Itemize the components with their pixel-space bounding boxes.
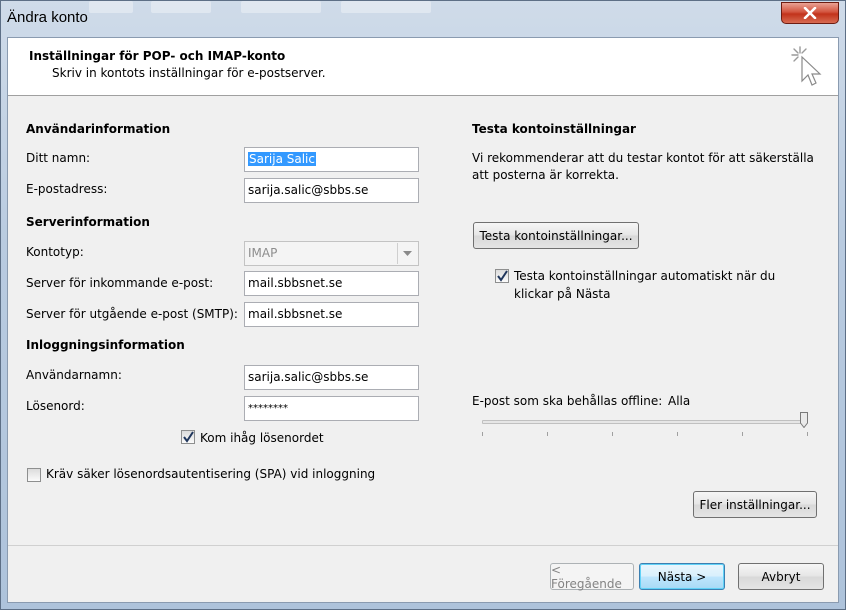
- outgoing-server-input[interactable]: mail.sbbsnet.se: [244, 302, 419, 327]
- password-input[interactable]: ********: [244, 396, 419, 421]
- slider-tick: [482, 432, 483, 436]
- account-type-select: IMAP: [244, 241, 419, 266]
- name-input-value: Sarija Salic: [248, 152, 316, 166]
- username-input[interactable]: sarija.salic@sbbs.se: [244, 365, 419, 390]
- remember-password-label[interactable]: Kom ihåg lösenordet: [200, 431, 324, 445]
- test-description-line1: Vi rekommenderar att du testar kontot fö…: [472, 151, 814, 165]
- background-blur: [341, 1, 431, 13]
- footer-divider: [8, 545, 838, 546]
- close-button[interactable]: [781, 2, 839, 24]
- name-label: Ditt namn:: [26, 151, 91, 165]
- account-type-value: IMAP: [248, 246, 278, 260]
- offline-slider-track[interactable]: [482, 420, 808, 424]
- test-description-line2: att posterna är korrekta.: [472, 168, 619, 182]
- email-label: E-postadress:: [26, 182, 108, 196]
- window-frame: Ändra konto Inställningar för POP- och I…: [0, 0, 846, 610]
- checkmark-icon: [183, 431, 194, 443]
- next-button[interactable]: Nästa >: [639, 563, 725, 590]
- auto-test-checkbox[interactable]: [495, 269, 509, 283]
- password-label: Lösenord:: [26, 399, 85, 413]
- background-blur: [241, 1, 321, 13]
- incoming-server-input[interactable]: mail.sbbsnet.se: [244, 271, 419, 296]
- slider-tick: [677, 432, 678, 436]
- user-info-section-title: Användarinformation: [26, 122, 171, 136]
- window-title: Ändra konto: [7, 9, 88, 26]
- remember-password-checkbox[interactable]: [181, 430, 195, 444]
- test-section-title: Testa kontoinställningar: [472, 122, 636, 136]
- slider-tick: [807, 432, 808, 436]
- header-subtitle: Skriv in kontots inställningar för e-pos…: [52, 66, 326, 80]
- auto-test-label-line1[interactable]: Testa kontoinställningar automatiskt när…: [514, 269, 775, 283]
- name-input[interactable]: Sarija Salic: [244, 147, 419, 172]
- more-settings-button[interactable]: Fler inställningar...: [693, 491, 817, 518]
- username-label: Användarnamn:: [26, 368, 122, 382]
- incoming-server-label: Server för inkommande e-post:: [26, 276, 214, 290]
- dialog-client: Inställningar för POP- och IMAP-konto Sk…: [7, 37, 839, 603]
- spa-label[interactable]: Kräv säker lösenordsautentisering (SPA) …: [46, 467, 375, 481]
- checkmark-icon: [497, 270, 508, 282]
- chevron-down-icon: [403, 250, 412, 256]
- slider-tick: [742, 432, 743, 436]
- email-input[interactable]: sarija.salic@sbbs.se: [244, 178, 419, 203]
- back-button[interactable]: < Föregående: [550, 563, 634, 591]
- account-type-label: Kontotyp:: [26, 245, 84, 259]
- close-icon: [803, 7, 817, 19]
- cancel-button[interactable]: Avbryt: [738, 563, 824, 590]
- cursor-sparkle-icon: [791, 46, 822, 86]
- offline-slider-thumb[interactable]: [800, 412, 808, 428]
- title-bar[interactable]: Ändra konto: [1, 1, 845, 37]
- dropdown-arrow: [397, 243, 417, 264]
- header-title: Inställningar för POP- och IMAP-konto: [29, 49, 286, 63]
- background-blur: [89, 1, 133, 13]
- dialog-header: Inställningar för POP- och IMAP-konto Sk…: [8, 38, 838, 96]
- server-info-section-title: Serverinformation: [26, 215, 150, 229]
- background-blur: [151, 1, 211, 13]
- offline-label: E-post som ska behållas offline:: [472, 394, 663, 408]
- login-info-section-title: Inloggningsinformation: [26, 338, 185, 352]
- test-settings-button[interactable]: Testa kontoinställningar...: [473, 222, 639, 249]
- slider-tick: [547, 432, 548, 436]
- spa-checkbox[interactable]: [27, 468, 41, 482]
- offline-value: Alla: [668, 394, 691, 408]
- auto-test-label-line2[interactable]: klickar på Nästa: [514, 287, 610, 301]
- outgoing-server-label: Server för utgående e-post (SMTP):: [26, 307, 238, 321]
- slider-tick: [612, 432, 613, 436]
